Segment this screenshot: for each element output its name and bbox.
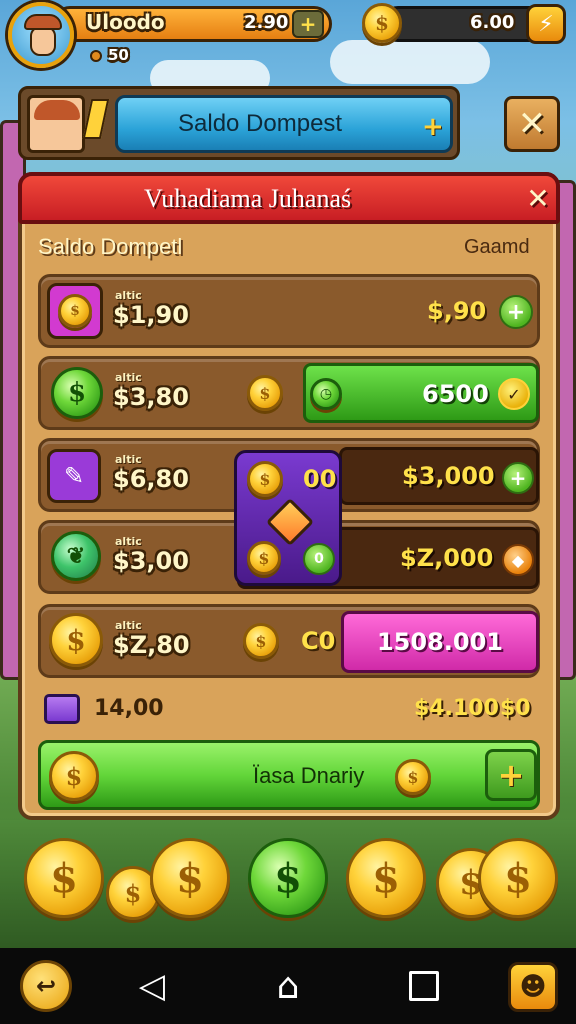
banner-avatar xyxy=(27,95,85,153)
player-sub-value: 50 xyxy=(108,46,129,64)
panel-title: Vuhadiama Juhanaś xyxy=(144,184,352,213)
gold-amount: 2.90 xyxy=(244,12,289,33)
summary-right-extra: $0 xyxy=(500,696,531,721)
row-value: 6500 xyxy=(422,380,489,408)
gear-small-icon xyxy=(90,50,102,62)
recents-icon[interactable] xyxy=(404,966,444,1006)
dollar-badge-icon: $ xyxy=(51,367,103,419)
popup-value: 00 xyxy=(303,465,337,493)
panel-header: Vuhadiama Juhanaś xyxy=(18,172,560,224)
coin-icon: $ xyxy=(395,759,431,795)
banner-flag-icon xyxy=(82,99,110,139)
list-item[interactable]: $ altic $3,80 $ ◷ 6500 ✓ xyxy=(38,356,540,430)
coin-icon: $ xyxy=(362,3,402,43)
action-label: Ïasa Dnariy xyxy=(253,763,365,788)
row-price: $1,90 xyxy=(113,301,189,329)
exchange-popup[interactable]: $ 00 $ 0 xyxy=(234,450,342,586)
row-price: $3,80 xyxy=(113,383,189,411)
coin-icon: $ xyxy=(247,461,283,497)
boost-button[interactable]: ◆ xyxy=(502,544,534,576)
row-value: $,90 xyxy=(427,297,487,325)
swap-button[interactable]: 0 xyxy=(303,543,335,575)
close-x-button[interactable]: ✕ xyxy=(504,96,560,152)
banner-avatar-hat-icon xyxy=(34,100,80,120)
top-bar: Uloodo 2.90 + 50 $ 6.00 ⚡ xyxy=(0,0,576,76)
coin-icon: $ xyxy=(243,623,279,659)
coin-icon: $ xyxy=(247,541,281,575)
value-bar-green[interactable]: ◷ 6500 ✓ xyxy=(303,363,539,423)
coin-balance: 6.00 xyxy=(470,12,515,33)
coin-shortcut-button[interactable]: $ xyxy=(24,838,104,918)
navigation-bar: ↩ ◁ ⌂ ☻ xyxy=(0,948,576,1024)
list-item[interactable]: $ altic $1,90 $,90 + xyxy=(38,274,540,348)
section-left-label: Saldo Dompetl xyxy=(38,234,183,259)
avatar-face-icon xyxy=(30,26,56,56)
avatar-hat-icon xyxy=(24,14,62,30)
value-bar-dark[interactable]: $3,000 + xyxy=(339,447,539,505)
pink-value-button[interactable]: 1508.001 xyxy=(341,611,539,673)
coin-icon: $ xyxy=(58,294,92,328)
confirm-button[interactable]: ✓ xyxy=(498,378,530,410)
add-button[interactable]: + xyxy=(499,295,533,329)
action-plus-icon: + xyxy=(485,749,537,801)
row-price: $6,80 xyxy=(113,465,189,493)
panel-close-button[interactable]: ✕ xyxy=(520,180,556,216)
banner-plus-icon: + xyxy=(422,112,444,142)
list-item[interactable]: $ altic $Z,80 $ C0 1508.001 xyxy=(38,604,540,678)
coin-shortcut-button[interactable]: $ xyxy=(478,838,558,918)
gem-icon xyxy=(265,497,315,547)
green-coin-button[interactable]: $ xyxy=(248,838,328,918)
row-price: $3,00 xyxy=(113,547,189,575)
row-value: $Z,000 xyxy=(400,544,494,572)
home-icon[interactable]: ⌂ xyxy=(266,964,310,1008)
player-avatar[interactable] xyxy=(8,2,74,68)
row-mid-value: C0 xyxy=(301,627,336,655)
game-back-button[interactable]: ↩ xyxy=(20,960,72,1012)
row-value: $3,000 xyxy=(402,462,495,490)
section-right-label: Gaamd xyxy=(464,236,530,258)
row-value: 1508.001 xyxy=(376,628,503,656)
player-name: Uloodo xyxy=(86,10,165,34)
game-menu-button[interactable]: ☻ xyxy=(508,962,558,1012)
add-button[interactable]: + xyxy=(502,462,534,494)
coin-shortcut-button[interactable]: $ xyxy=(150,838,230,918)
wallet-banner: Saldo Dompest + xyxy=(18,86,460,160)
banner-title-button[interactable]: Saldo Dompest + xyxy=(115,95,453,153)
gold-add-button[interactable]: + xyxy=(292,10,324,38)
coin-icon: $ xyxy=(49,751,99,801)
cube-icon xyxy=(44,694,80,724)
coin-icon: $ xyxy=(247,375,283,411)
clock-coin-icon: ◷ xyxy=(310,378,342,410)
back-icon[interactable]: ◁ xyxy=(130,964,174,1008)
banner-title: Saldo Dompest xyxy=(178,110,343,137)
leaf-badge-icon: ❦ xyxy=(51,531,101,581)
summary-left-value: 14,00 xyxy=(94,696,164,721)
summary-right-value: $4.100 xyxy=(414,696,499,721)
ticket-icon: ✎ xyxy=(47,449,101,503)
row-price: $Z,80 xyxy=(113,631,190,659)
recents-square xyxy=(409,971,439,1001)
big-coin-icon: $ xyxy=(49,613,103,667)
primary-action-button[interactable]: $ Ïasa Dnariy $ + xyxy=(38,740,540,810)
coin-shortcut-button[interactable]: $ xyxy=(346,838,426,918)
coin-stack-icon: $ xyxy=(47,283,103,339)
coin-add-button[interactable]: ⚡ xyxy=(526,4,566,44)
